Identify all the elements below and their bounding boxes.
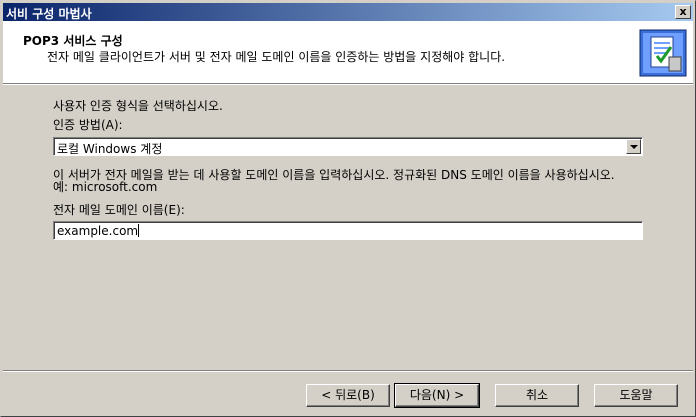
page-title: POP3 서비스 구성 xyxy=(23,34,123,48)
title-bar: 서비 구성 마법사 x xyxy=(3,3,693,21)
page-subtitle: 전자 메일 클라이언트가 서버 및 전자 메일 도메인 이름을 인증하는 방법을… xyxy=(47,50,506,64)
domain-name-label: 전자 메일 도메인 이름(E): xyxy=(53,203,185,217)
domain-name-input[interactable]: example.com xyxy=(53,221,643,240)
auth-method-value: 로컬 Windows 계정 xyxy=(57,142,163,156)
next-button[interactable]: 다음(N) > xyxy=(394,383,480,408)
help-button[interactable]: 도움말 xyxy=(594,384,678,407)
auth-method-label: 인증 방법(A): xyxy=(53,118,123,132)
chevron-down-icon[interactable] xyxy=(626,139,641,154)
text-caret xyxy=(138,224,140,237)
cancel-button[interactable]: 취소 xyxy=(495,384,579,407)
header-separator xyxy=(3,84,693,85)
window-title: 서비 구성 마법사 xyxy=(6,7,92,21)
pop3-service-icon xyxy=(639,29,687,77)
wizard-header: POP3 서비스 구성 전자 메일 클라이언트가 서버 및 전자 메일 도메인 … xyxy=(3,21,693,84)
close-button[interactable]: x xyxy=(675,5,691,19)
instruction-text: 사용자 인증 형식을 선택하십시오. xyxy=(53,99,223,113)
auth-method-select[interactable]: 로컬 Windows 계정 xyxy=(53,137,643,156)
back-button[interactable]: < 뒤로(B) xyxy=(306,384,390,407)
domain-example-text: 예: microsoft.com xyxy=(53,180,158,194)
wizard-window: 서비 구성 마법사 x POP3 서비스 구성 전자 메일 클라이언트가 서버 … xyxy=(0,0,696,417)
domain-name-value: example.com xyxy=(57,224,139,238)
